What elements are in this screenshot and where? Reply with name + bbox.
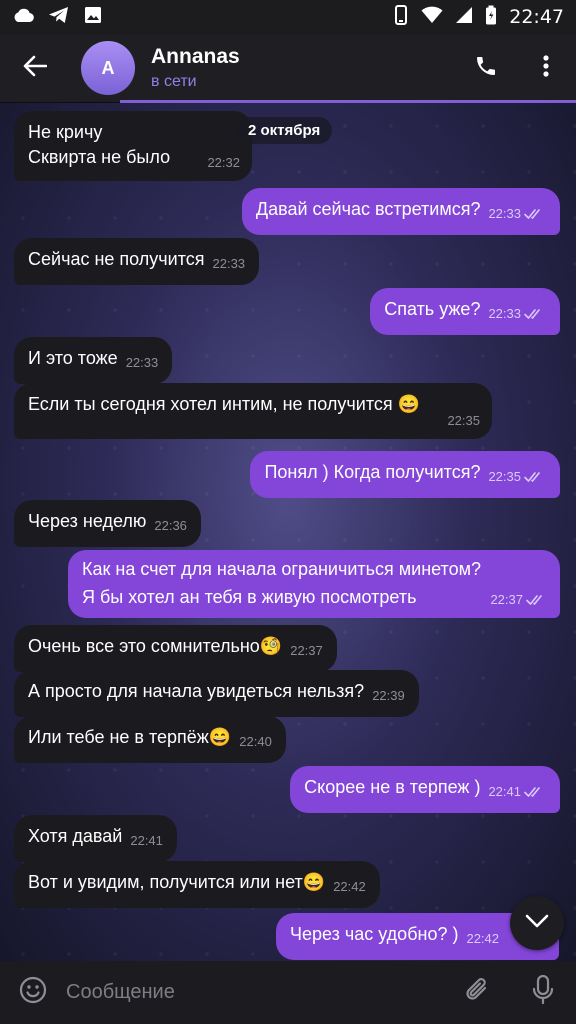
mic-icon bbox=[532, 974, 554, 1010]
message-bubble-incoming[interactable]: Через неделю 22:36 bbox=[14, 500, 201, 547]
message-text: Вот и увидим, получится или нет😄 bbox=[28, 872, 326, 892]
back-arrow-icon bbox=[23, 55, 48, 82]
message-time: 22:41 bbox=[130, 833, 163, 848]
message-time: 22:40 bbox=[239, 734, 272, 749]
message-text: Давай сейчас встретимся? bbox=[255, 199, 481, 219]
message-bubble-incoming[interactable]: И это тоже 22:33 bbox=[14, 337, 173, 384]
message-time: 22:36 bbox=[154, 518, 187, 533]
message-composer bbox=[0, 961, 576, 1024]
message-bubble-outgoing[interactable]: Скорее не в терпеж ) 22:41 bbox=[290, 766, 560, 813]
call-button[interactable] bbox=[456, 38, 516, 98]
signal-icon bbox=[455, 6, 473, 29]
message-text: Сейчас не получится bbox=[28, 249, 205, 269]
telegram-icon bbox=[48, 6, 70, 29]
message-bubble-incoming[interactable]: Хотя давай 22:41 bbox=[14, 815, 177, 862]
message-time: 22:33 bbox=[125, 355, 159, 370]
message-text: Через час удобно? ) bbox=[290, 924, 459, 944]
online-status: в сети bbox=[151, 73, 197, 90]
message-text: Очень все это сомнительно🧐 bbox=[28, 636, 283, 656]
voice-button[interactable] bbox=[510, 961, 576, 1024]
chat-header: A Annanas в сети bbox=[0, 34, 576, 102]
message-time: 22:33 bbox=[488, 201, 546, 226]
more-button[interactable] bbox=[516, 38, 576, 98]
wifi-icon bbox=[421, 6, 443, 29]
scroll-to-bottom-button[interactable] bbox=[510, 896, 564, 950]
read-check-icon bbox=[524, 308, 540, 319]
phone-icon bbox=[474, 54, 498, 83]
vibrate-icon bbox=[393, 4, 409, 30]
status-bar: 22:47 bbox=[0, 0, 576, 34]
message-time: 22:32 bbox=[207, 155, 240, 170]
message-time: 22:37 bbox=[290, 643, 323, 658]
emoji-icon bbox=[19, 976, 47, 1009]
message-text: Хотя давай bbox=[28, 826, 123, 846]
battery-icon bbox=[485, 5, 497, 30]
message-time: 22:42 bbox=[333, 879, 366, 894]
message-bubble-incoming[interactable]: Сейчас не получится 22:33 bbox=[14, 238, 260, 285]
message-time: 22:39 bbox=[372, 688, 405, 703]
read-check-icon bbox=[524, 208, 540, 219]
message-list[interactable]: Не кричу Сквирта не было 22:32 2 октября… bbox=[0, 103, 576, 961]
emoji-button[interactable] bbox=[0, 961, 66, 1024]
message-bubble-incoming[interactable]: Если ты сегодня хотел интим, не получитс… bbox=[14, 383, 492, 439]
attach-button[interactable] bbox=[444, 961, 510, 1024]
message-time: 22:41 bbox=[488, 779, 546, 804]
read-check-icon bbox=[524, 786, 540, 797]
read-check-icon bbox=[526, 594, 542, 605]
message-bubble-incoming[interactable]: Очень все это сомнительно🧐 22:37 bbox=[14, 625, 337, 672]
message-bubble-outgoing[interactable]: Понял ) Когда получится? 22:35 bbox=[250, 451, 560, 498]
message-time: 22:33 bbox=[212, 256, 246, 271]
chat-title: Annanas bbox=[151, 45, 240, 68]
message-time: 22:35 bbox=[488, 464, 546, 489]
message-text: Или тебе не в терпёж😄 bbox=[28, 727, 232, 747]
message-text: Через неделю bbox=[28, 511, 147, 531]
read-check-icon bbox=[524, 471, 540, 482]
date-label: 2 октября bbox=[236, 117, 333, 144]
message-time: 22:35 bbox=[447, 413, 480, 428]
more-vert-icon bbox=[542, 54, 550, 83]
clock: 22:47 bbox=[509, 6, 564, 28]
chevron-down-icon bbox=[525, 914, 549, 933]
image-icon bbox=[84, 6, 102, 29]
message-text: Спать уже? bbox=[384, 299, 481, 319]
message-text: Как на счет для начала ограничиться мине… bbox=[82, 559, 481, 607]
message-bubble-incoming[interactable]: Не кричу Сквирта не было 22:32 bbox=[14, 111, 252, 181]
message-text: Понял ) Когда получится? bbox=[264, 462, 481, 482]
message-input[interactable] bbox=[66, 972, 444, 1013]
message-time: 22:33 bbox=[488, 301, 546, 326]
back-button[interactable] bbox=[0, 34, 70, 102]
message-text: И это тоже bbox=[28, 348, 118, 368]
avatar[interactable]: A bbox=[81, 41, 135, 95]
cloud-icon bbox=[12, 7, 34, 28]
message-time: 22:42 bbox=[466, 931, 500, 946]
chat-title-block[interactable]: Annanas в сети bbox=[151, 45, 240, 91]
message-bubble-incoming[interactable]: Вот и увидим, получится или нет😄 22:42 bbox=[14, 861, 380, 908]
message-text: Если ты сегодня хотел интим, не получитс… bbox=[28, 394, 421, 414]
message-bubble-incoming[interactable]: А просто для начала увидеться нельзя? 22:… bbox=[14, 670, 419, 717]
message-bubble-outgoing[interactable]: Давай сейчас встретимся? 22:33 bbox=[241, 188, 560, 235]
message-time: 22:37 bbox=[490, 587, 548, 612]
message-text: А просто для начала увидеться нельзя? bbox=[28, 681, 365, 701]
message-bubble-incoming[interactable]: Или тебе не в терпёж😄 22:40 bbox=[14, 716, 286, 763]
attach-icon bbox=[464, 976, 490, 1009]
message-text: Скорее не в терпеж ) bbox=[304, 777, 481, 797]
message-bubble-outgoing[interactable]: Как на счет для начала ограничиться мине… bbox=[68, 550, 560, 618]
message-bubble-outgoing[interactable]: Спать уже? 22:33 bbox=[370, 288, 560, 335]
